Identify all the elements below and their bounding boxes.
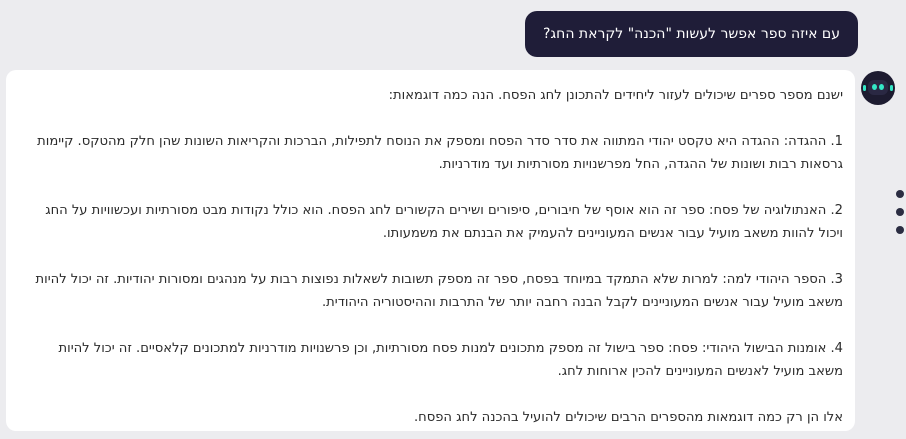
menu-dot [896,208,904,216]
assistant-intro: ישנם מספר ספרים שיכולים לעזור ליחידים לה… [388,88,843,103]
chat-thread: עם איזה ספר אפשר לעשות "הכנה" לקראת החג?… [0,0,906,439]
assistant-message: ישנם מספר ספרים שיכולים לעזור ליחידים לה… [6,70,855,431]
assistant-list-item: 4. אומנות הבישול היהודי: פסח: ספר בישול … [58,341,843,379]
more-vertical-icon[interactable] [896,190,906,240]
robot-ear-right [890,85,893,91]
assistant-list-item: 3. הספר היהודי למה: למרות שלא התמקד במיו… [35,272,843,310]
robot-eye-right [879,84,884,90]
robot-icon [861,71,895,105]
robot-eye-left [872,84,877,90]
robot-face [868,80,888,95]
assistant-outro: אלו הן רק כמה דוגמאות מהספרים הרבים שיכו… [414,410,843,425]
user-message: עם איזה ספר אפשר לעשות "הכנה" לקראת החג? [524,11,858,57]
menu-dot [896,226,904,234]
robot-ear-left [863,85,866,91]
assistant-list-item: 1. ההגדה: ההגדה היא טקסט יהודי המתווה את… [37,134,843,172]
menu-dot [896,190,904,198]
assistant-list-item: 2. האנתולוגיה של פסח: ספר זה הוא אוסף של… [45,203,843,241]
